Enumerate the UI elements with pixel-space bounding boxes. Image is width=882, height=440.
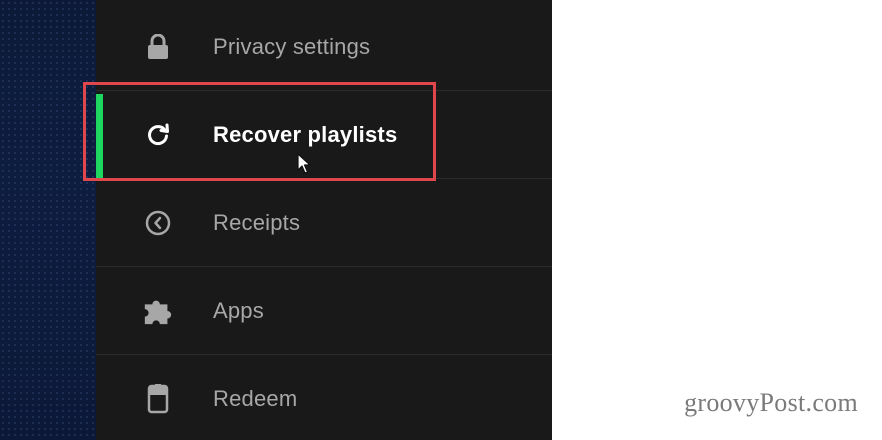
clock-back-icon (142, 207, 174, 239)
menu-item-label: Receipts (213, 210, 301, 235)
watermark: groovyPost.com (684, 388, 858, 417)
screenshot-frame: Privacy settings Recover playlists Recei… (0, 0, 882, 440)
lock-icon (142, 31, 174, 63)
refresh-icon (142, 119, 174, 151)
menu-item-label: Redeem (213, 386, 298, 411)
menu-item-label: Apps (213, 298, 264, 323)
active-indicator (96, 94, 103, 178)
menu-item-recover-playlists[interactable]: Recover playlists (96, 91, 552, 179)
menu-item-label: Privacy settings (213, 34, 371, 59)
gift-card-icon (142, 383, 174, 415)
puzzle-icon (142, 295, 174, 327)
menu-item-redeem[interactable]: Redeem (96, 355, 552, 440)
background-strip (0, 0, 96, 440)
menu-item-apps[interactable]: Apps (96, 267, 552, 355)
menu-item-privacy-settings[interactable]: Privacy settings (96, 3, 552, 91)
account-menu: Privacy settings Recover playlists Recei… (96, 0, 552, 440)
menu-item-receipts[interactable]: Receipts (96, 179, 552, 267)
menu-item-label: Recover playlists (213, 122, 398, 147)
